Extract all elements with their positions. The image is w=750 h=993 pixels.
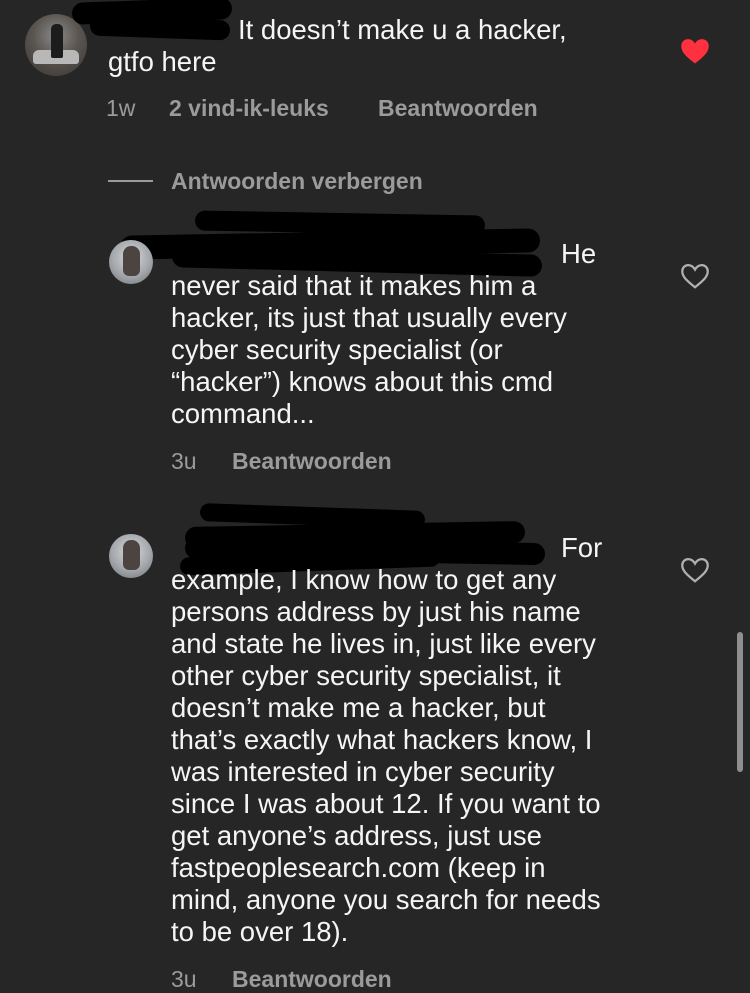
reply-button[interactable]: Beantwoorden	[378, 95, 538, 122]
hide-replies-button[interactable]: Antwoorden verbergen	[171, 168, 423, 195]
heart-outline-icon[interactable]	[680, 262, 710, 290]
avatar-figure	[51, 24, 63, 58]
comment-likes-count[interactable]: 2 vind-ik-leuks	[169, 95, 329, 122]
comment-text: It doesn’t make u a hacker, gtfo here	[108, 14, 567, 77]
avatar-face	[123, 246, 140, 276]
reply-button[interactable]: Beantwoorden	[232, 448, 392, 475]
reply-avatar[interactable]	[109, 240, 153, 284]
reply-timestamp: 3u	[171, 448, 197, 474]
reply-button[interactable]: Beantwoorden	[232, 966, 392, 993]
reply-timestamp: 3u	[171, 966, 197, 992]
reply-avatar[interactable]	[109, 534, 153, 578]
heart-filled-icon[interactable]	[680, 37, 710, 65]
comment-timestamp: 1w	[106, 95, 136, 121]
heart-outline-icon[interactable]	[680, 556, 710, 584]
replies-divider	[108, 180, 153, 182]
avatar-face	[123, 540, 140, 570]
reply-text-first-line: He	[561, 238, 597, 269]
reply-text-first-line: For	[561, 532, 603, 563]
reply-text: example, I know how to get any persons a…	[171, 564, 601, 947]
scrollbar[interactable]	[737, 632, 743, 772]
reply-text: never said that it makes him a hacker, i…	[171, 270, 567, 429]
